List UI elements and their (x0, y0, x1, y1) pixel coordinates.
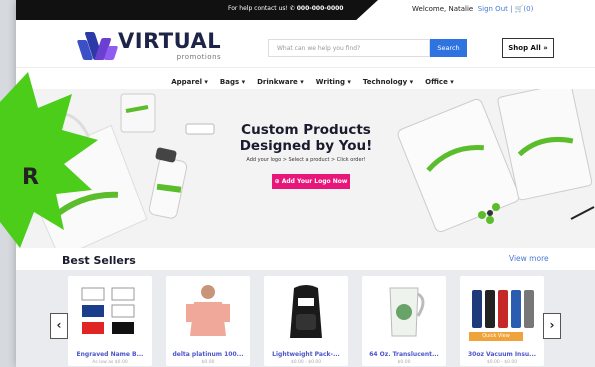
product-price: $0.00 (201, 360, 215, 365)
product-image (186, 285, 230, 336)
search-input[interactable]: What can we help you find? (268, 39, 430, 57)
top-bar: For help contact us! ✆ 000-000-0000 Welc… (16, 0, 595, 20)
separator: | (510, 5, 513, 13)
hero-title: Custom Products Designed by You! (239, 122, 373, 154)
contact-prefix: For help contact us! (228, 5, 288, 12)
badge-letter: R (22, 165, 39, 190)
main-nav: Apparel ▾ Bags ▾ Drinkware ▾ Writing ▾ T… (16, 68, 595, 90)
product-price: $0.00 (397, 360, 411, 365)
product-name: delta platinum 100... (172, 351, 244, 358)
hero-subtitle: Add your logo > Select a product > Click… (246, 157, 366, 163)
welcome-text: Welcome, Natalie (412, 5, 474, 13)
product-name: 64 Oz. Translucent... (369, 351, 439, 358)
product-name: 30oz Vacuum Insu... (467, 351, 537, 358)
product-card[interactable]: Engraved Name B... As low as $0.00 (68, 276, 152, 366)
logo-sub: promotions (176, 53, 222, 61)
product-image (290, 285, 322, 338)
hero-products-art (18, 89, 595, 248)
product-name: Engraved Name B... (76, 351, 144, 358)
browser-window: For help contact us! ✆ 000-000-0000 Welc… (16, 0, 595, 367)
product-price: $0.00 - $0.00 (290, 360, 322, 365)
logo-mark (76, 30, 119, 60)
add-logo-button[interactable]: ⊕ Add Your Logo Now (272, 174, 350, 189)
hero-banner: Custom Products Designed by You! Add your… (16, 89, 595, 248)
cart-count[interactable]: (0) (523, 5, 533, 13)
product-carousel: Engraved Name B... As low as $0.00 delta… (16, 270, 595, 367)
contact-text: For help contact us! ✆ 000-000-0000 (228, 5, 343, 12)
carousel-next-button[interactable]: › (543, 313, 561, 339)
product-image (389, 287, 425, 337)
account-links: Welcome, Natalie Sign Out | 🛒(0) (412, 5, 533, 13)
product-card[interactable]: delta platinum 100... $0.00 (166, 276, 250, 366)
green-starburst-badge: R (0, 72, 98, 248)
product-image (81, 287, 135, 334)
logo-name: VIRTUAL (118, 29, 222, 53)
carousel-prev-button[interactable]: ‹ (50, 313, 68, 339)
product-card[interactable]: Lightweight Pack-... $0.00 - $0.00 (264, 276, 348, 366)
product-name: Lightweight Pack-... (272, 351, 340, 358)
view-more-link[interactable]: View more (509, 254, 549, 263)
product-price: $0.00 - $0.00 (486, 360, 518, 365)
product-price: As low as $0.00 (92, 360, 128, 365)
product-card[interactable]: 64 Oz. Translucent... $0.00 (362, 276, 446, 366)
header: VIRTUAL promotions What can we help you … (16, 20, 595, 68)
product-card[interactable]: Quick View 30oz Vacuum Insu... $0.00 - $… (460, 276, 544, 366)
phone-icon: ✆ (289, 5, 295, 12)
quick-view-button[interactable]: Quick View (469, 332, 523, 341)
logo[interactable]: VIRTUAL promotions (76, 29, 222, 61)
phone-number[interactable]: 000-000-0000 (297, 5, 344, 12)
shop-all-button[interactable]: Shop All » (502, 38, 554, 58)
sign-out-link[interactable]: Sign Out (478, 5, 508, 13)
search-button[interactable]: Search (430, 39, 467, 57)
